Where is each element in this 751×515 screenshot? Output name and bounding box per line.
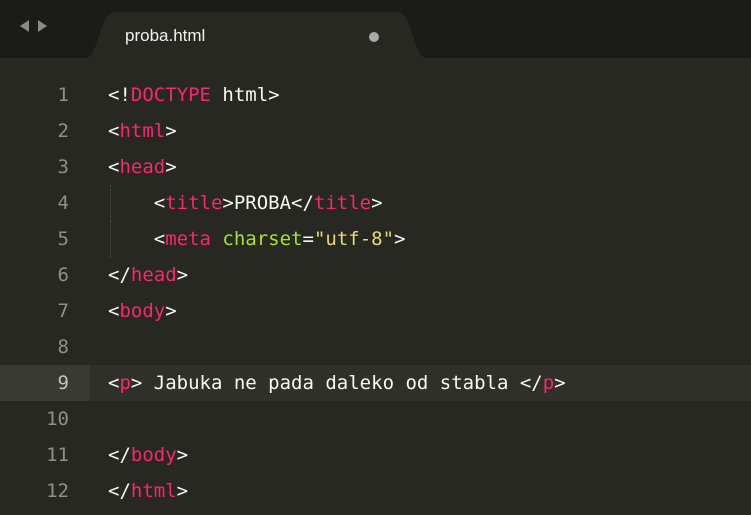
code-token-plain: = bbox=[302, 228, 314, 250]
line-number: 9 bbox=[57, 372, 69, 394]
code-token-plain: > bbox=[165, 156, 177, 178]
code-token-tag: html bbox=[130, 480, 177, 502]
code-line[interactable]: 5 <meta charset="utf-8"> bbox=[0, 221, 751, 257]
code-text: <p> Jabuka ne pada daleko od stabla </p> bbox=[108, 365, 566, 401]
code-text: <meta charset="utf-8"> bbox=[108, 221, 406, 257]
code-token-tag: p bbox=[119, 372, 131, 394]
code-line[interactable]: 1 <!DOCTYPE html> bbox=[0, 77, 751, 113]
line-number: 1 bbox=[57, 84, 69, 106]
line-number: 5 bbox=[57, 228, 69, 250]
code-token-plain: >PROBA</ bbox=[222, 192, 314, 214]
line-number: 7 bbox=[57, 300, 69, 322]
code-token-tag: p bbox=[542, 372, 555, 394]
code-line[interactable]: 4 <title>PROBA</title> bbox=[0, 185, 751, 221]
tab-filename: proba.html bbox=[125, 26, 206, 45]
code-token-plain: </ bbox=[108, 480, 131, 502]
code-token-plain: < bbox=[108, 300, 120, 322]
line-number: 8 bbox=[57, 336, 69, 358]
code-token-plain: < bbox=[108, 192, 166, 214]
code-token-plain: > bbox=[371, 192, 383, 214]
code-line[interactable]: 11 </body> bbox=[0, 437, 751, 473]
code-line[interactable]: 6 </head> bbox=[0, 257, 751, 293]
code-token-plain: </ bbox=[108, 264, 131, 286]
code-token-tag: body bbox=[130, 444, 177, 466]
code-token-plain: > bbox=[165, 120, 177, 142]
code-text: </head> bbox=[108, 257, 188, 293]
code-token-plain: < bbox=[108, 156, 120, 178]
line-number: 6 bbox=[57, 264, 69, 286]
tab-navigation bbox=[20, 20, 47, 32]
code-token-tag: html bbox=[119, 120, 166, 142]
line-number: 3 bbox=[57, 156, 69, 178]
code-token-tag: head bbox=[130, 264, 177, 286]
code-token-plain: html> bbox=[210, 84, 280, 106]
code-text: <body> bbox=[108, 293, 177, 329]
code-token-tag: head bbox=[119, 156, 166, 178]
code-text: <head> bbox=[108, 149, 177, 185]
code-line[interactable]: 7 <body> bbox=[0, 293, 751, 329]
line-number: 11 bbox=[46, 444, 69, 466]
line-number: 10 bbox=[46, 408, 69, 430]
tab-proba-html[interactable]: proba.html bbox=[86, 12, 436, 58]
code-line[interactable]: 2 <html> bbox=[0, 113, 751, 149]
code-token-plain: > bbox=[165, 300, 177, 322]
code-token-plain: < bbox=[108, 372, 120, 394]
unsaved-dot-icon[interactable] bbox=[369, 32, 379, 42]
code-token-plain: > bbox=[554, 372, 566, 394]
code-line[interactable]: 9 <p> Jabuka ne pada daleko od stabla </p… bbox=[0, 365, 751, 401]
code-token-tag: DOCTYPE bbox=[130, 84, 211, 106]
line-number: 4 bbox=[57, 192, 69, 214]
code-token-plain: > Jabuka ne pada daleko od stabla </ bbox=[130, 372, 543, 394]
line-number: 12 bbox=[46, 480, 69, 502]
code-token-tag: title bbox=[313, 192, 372, 214]
code-token-plain: < bbox=[108, 120, 120, 142]
code-token-plain: </ bbox=[108, 444, 131, 466]
arrow-left-icon[interactable] bbox=[20, 20, 29, 32]
code-line[interactable]: 12 </html> bbox=[0, 473, 751, 509]
code-text: <!DOCTYPE html> bbox=[108, 77, 280, 113]
code-token-plain: > bbox=[176, 444, 189, 466]
line-number: 2 bbox=[57, 120, 69, 142]
code-text: <title>PROBA</title> bbox=[108, 185, 383, 221]
code-line[interactable]: 3 <head> bbox=[0, 149, 751, 185]
code-token-plain: <! bbox=[108, 84, 131, 106]
code-editor[interactable]: 1 <!DOCTYPE html> 2 <html> 3 <head> 4 <title>P… bbox=[0, 77, 751, 515]
code-token-plain: < bbox=[108, 228, 166, 250]
code-line[interactable]: 8 bbox=[0, 329, 751, 365]
code-text: </body> bbox=[108, 437, 188, 473]
code-text: <html> bbox=[108, 113, 177, 149]
code-token-attr: charset bbox=[222, 228, 303, 250]
code-token-plain: > bbox=[394, 228, 406, 250]
code-text: </html> bbox=[108, 473, 188, 509]
code-token-tag: body bbox=[119, 300, 166, 322]
code-line[interactable]: 10 bbox=[0, 401, 751, 437]
code-token-plain: > bbox=[176, 480, 189, 502]
editor-window: proba.html 1 <!DOCTYPE html> 2 <html> 3 <head… bbox=[0, 0, 751, 515]
arrow-right-icon[interactable] bbox=[38, 20, 47, 32]
code-token-tag: meta bbox=[165, 228, 211, 250]
code-token-plain: > bbox=[176, 264, 189, 286]
tab-bar: proba.html bbox=[0, 0, 751, 58]
code-token-tag: title bbox=[165, 192, 223, 214]
code-token-str: "utf-8" bbox=[313, 228, 395, 250]
